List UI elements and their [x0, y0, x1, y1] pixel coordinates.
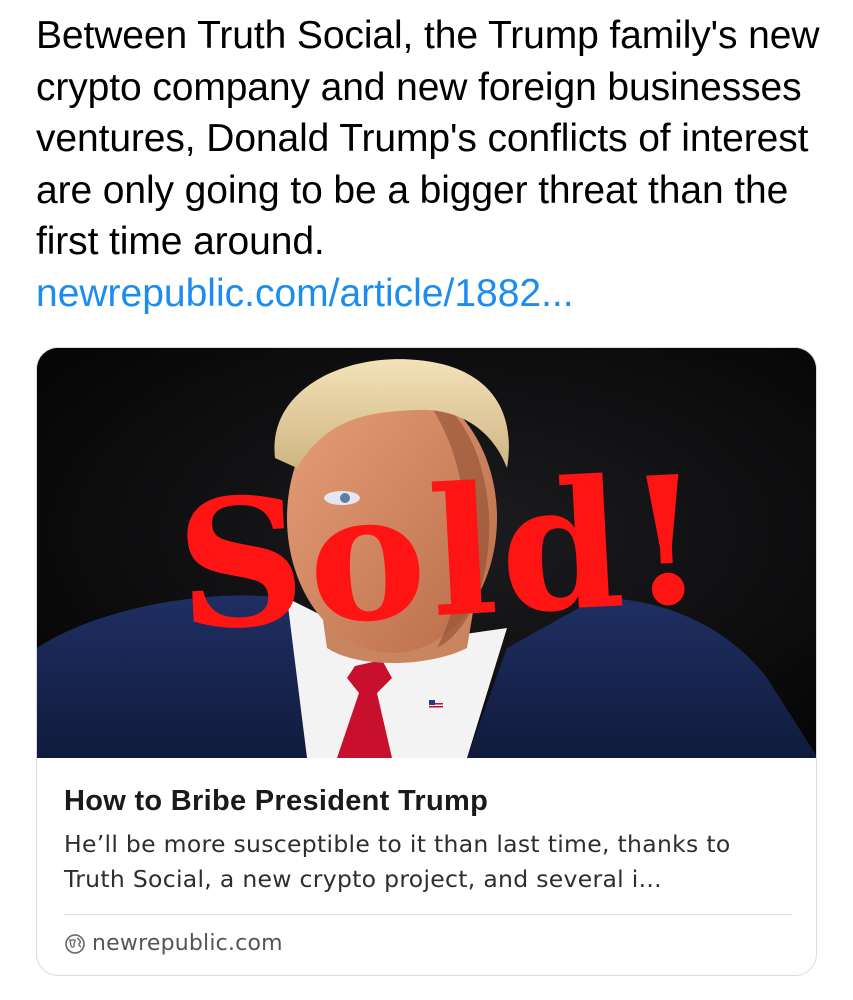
card-description: He’ll be more susceptible to it than las… [64, 830, 731, 893]
link-preview-card[interactable]: Sold! How to Bribe President Trump He’ll… [36, 347, 817, 976]
card-image[interactable]: Sold! [37, 348, 816, 758]
card-title[interactable]: How to Bribe President Trump [64, 783, 794, 819]
card-domain-label: newrepublic.com [92, 931, 283, 956]
globe-icon [64, 933, 86, 955]
post-text: Between Truth Social, the Trump family's… [36, 14, 820, 263]
card-body[interactable]: How to Bribe President Trump He’ll be mo… [64, 758, 794, 956]
sold-overlay-text: Sold! [171, 435, 714, 671]
article-link[interactable]: newrepublic.com/article/1882... [36, 268, 826, 320]
post: Between Truth Social, the Trump family's… [36, 10, 826, 319]
card-divider [64, 914, 792, 915]
card-domain[interactable]: newrepublic.com [64, 931, 794, 956]
